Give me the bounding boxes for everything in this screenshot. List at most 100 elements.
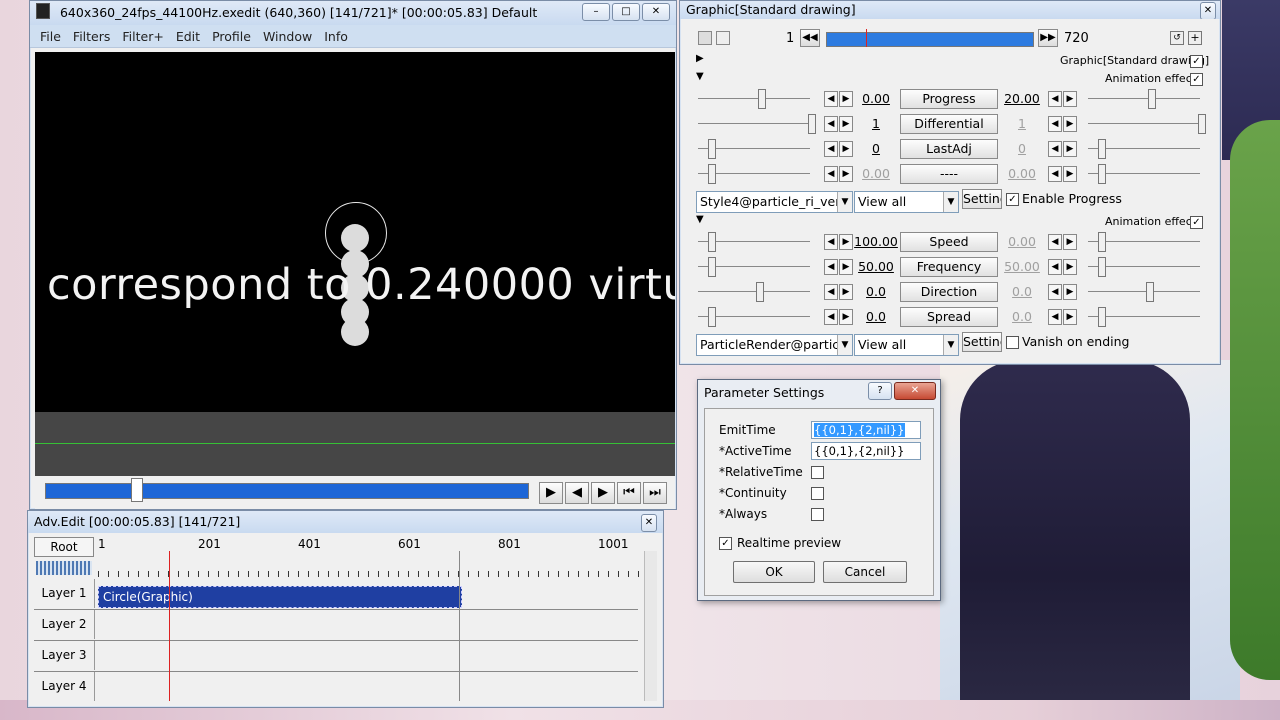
script-select-1[interactable]: Style4@particle_ri_ver3 ▼	[696, 191, 853, 213]
setting-button-1[interactable]: Setting	[962, 189, 1002, 209]
increment-arrow-icon[interactable]: ▶	[839, 166, 853, 182]
dialog-close-icon[interactable]: ✕	[894, 382, 936, 400]
object-icon-2[interactable]	[716, 31, 730, 45]
increment-arrow-icon[interactable]: ▶	[839, 234, 853, 250]
slider-track[interactable]	[1088, 123, 1200, 124]
decrement-arrow-icon[interactable]: ◀	[824, 116, 838, 132]
slider-thumb[interactable]	[1098, 164, 1106, 184]
frame-forward-icon[interactable]: ▶▶	[1038, 29, 1058, 47]
always-checkbox[interactable]	[811, 508, 824, 521]
start-value[interactable]: 50.00	[854, 259, 898, 274]
dialog-titlebar[interactable]: Parameter Settings ? ✕	[698, 380, 940, 404]
decrement-arrow-icon[interactable]: ◀	[1048, 309, 1062, 325]
zoom-slider[interactable]	[36, 561, 92, 575]
slider-track[interactable]	[698, 123, 810, 124]
increment-arrow-icon[interactable]: ▶	[839, 91, 853, 107]
end-value[interactable]: 0.0	[1000, 284, 1044, 299]
decrement-arrow-icon[interactable]: ◀	[1048, 284, 1062, 300]
prev-frame-icon[interactable]: ◀	[565, 482, 589, 504]
anim-enable-checkbox[interactable]: ✓	[1190, 73, 1203, 86]
increment-arrow-icon[interactable]: ▶	[1063, 234, 1077, 250]
collapse-icon[interactable]: ▼	[696, 71, 704, 82]
setting-button-2[interactable]: Setting	[962, 332, 1002, 352]
slider-thumb[interactable]	[758, 89, 766, 109]
slider-track[interactable]	[1088, 291, 1200, 292]
param-button[interactable]: LastAdj	[900, 139, 998, 159]
enable-progress-checkbox[interactable]: ✓	[1006, 193, 1019, 206]
relative-time-checkbox[interactable]	[811, 466, 824, 479]
slider-thumb[interactable]	[708, 164, 716, 184]
end-value[interactable]: 0.0	[1000, 309, 1044, 324]
increment-arrow-icon[interactable]: ▶	[1063, 309, 1077, 325]
decrement-arrow-icon[interactable]: ◀	[824, 259, 838, 275]
object-icon[interactable]	[698, 31, 712, 45]
layer-label[interactable]: Layer 1	[34, 579, 95, 608]
slider-thumb[interactable]	[1098, 232, 1106, 252]
start-value[interactable]: 0	[854, 141, 898, 156]
end-value[interactable]: 1	[1000, 116, 1044, 131]
maximize-icon[interactable]: □	[612, 3, 640, 21]
increment-arrow-icon[interactable]: ▶	[1063, 116, 1077, 132]
obj-enable-checkbox[interactable]: ✓	[1190, 55, 1203, 68]
slider-track[interactable]	[1088, 98, 1200, 99]
start-value[interactable]: 100.00	[854, 234, 898, 249]
menu-profile[interactable]: Profile	[206, 29, 257, 44]
play-icon[interactable]: ▶	[539, 482, 563, 504]
slider-thumb[interactable]	[708, 257, 716, 277]
help-icon[interactable]: ?	[868, 382, 892, 400]
time-scale[interactable]: 1 201 401 601 801 1001	[98, 537, 643, 555]
decrement-arrow-icon[interactable]: ◀	[1048, 141, 1062, 157]
increment-arrow-icon[interactable]: ▶	[1063, 284, 1077, 300]
add-filter-icon[interactable]: +	[1188, 31, 1202, 45]
expand-icon[interactable]: ▶	[696, 53, 704, 64]
start-value[interactable]: 0.0	[854, 309, 898, 324]
param-button[interactable]: Differential	[900, 114, 998, 134]
slider-thumb[interactable]	[708, 232, 716, 252]
emit-time-field[interactable]: {{0,1},{2,nil}}	[811, 421, 921, 439]
menu-info[interactable]: Info	[318, 29, 354, 44]
decrement-arrow-icon[interactable]: ◀	[824, 166, 838, 182]
param-button[interactable]: Frequency	[900, 257, 998, 277]
end-value[interactable]: 50.00	[1000, 259, 1044, 274]
end-value[interactable]: 0.00	[1000, 166, 1044, 181]
increment-arrow-icon[interactable]: ▶	[839, 309, 853, 325]
param-button[interactable]: Spread	[900, 307, 998, 327]
slider-thumb[interactable]	[1198, 114, 1206, 134]
slider-thumb[interactable]	[1148, 89, 1156, 109]
layer-label[interactable]: Layer 4	[34, 672, 95, 701]
start-value[interactable]: 0.00	[854, 166, 898, 181]
timeline-ruler[interactable]	[98, 563, 643, 577]
increment-arrow-icon[interactable]: ▶	[1063, 91, 1077, 107]
frame-back-icon[interactable]: ◀◀	[800, 29, 820, 47]
script-select-2[interactable]: ParticleRender@particle ▼	[696, 334, 853, 356]
slider-thumb[interactable]	[1098, 257, 1106, 277]
slider-thumb[interactable]	[808, 114, 816, 134]
camera-control-icon[interactable]: ↺	[1170, 31, 1184, 45]
seek-thumb[interactable]	[131, 478, 143, 502]
decrement-arrow-icon[interactable]: ◀	[1048, 234, 1062, 250]
timeline-titlebar[interactable]: Adv.Edit [00:00:05.83] [141/721] ✕	[28, 511, 663, 533]
menu-filter-plus[interactable]: Filter+	[116, 29, 169, 44]
slider-thumb[interactable]	[708, 139, 716, 159]
decrement-arrow-icon[interactable]: ◀	[824, 91, 838, 107]
menu-filters[interactable]: Filters	[67, 29, 116, 44]
menu-edit[interactable]: Edit	[170, 29, 206, 44]
frame-range-bar[interactable]	[826, 32, 1034, 47]
slider-thumb[interactable]	[708, 307, 716, 327]
go-end-icon[interactable]: ⏭	[643, 482, 667, 504]
decrement-arrow-icon[interactable]: ◀	[1048, 116, 1062, 132]
end-value[interactable]: 20.00	[1000, 91, 1044, 106]
slider-thumb[interactable]	[1098, 307, 1106, 327]
layer-row[interactable]: Layer 3	[34, 641, 638, 672]
props-titlebar[interactable]: Graphic[Standard drawing] ✕	[680, 1, 1220, 19]
increment-arrow-icon[interactable]: ▶	[1063, 141, 1077, 157]
param-button[interactable]: Speed	[900, 232, 998, 252]
root-button[interactable]: Root	[34, 537, 94, 557]
go-start-icon[interactable]: ⏮	[617, 482, 641, 504]
next-frame-icon[interactable]: ▶	[591, 482, 615, 504]
cancel-button[interactable]: Cancel	[823, 561, 907, 583]
decrement-arrow-icon[interactable]: ◀	[1048, 259, 1062, 275]
decrement-arrow-icon[interactable]: ◀	[824, 141, 838, 157]
increment-arrow-icon[interactable]: ▶	[839, 284, 853, 300]
video-preview[interactable]: correspond to 0.240000 virtua	[35, 52, 675, 412]
